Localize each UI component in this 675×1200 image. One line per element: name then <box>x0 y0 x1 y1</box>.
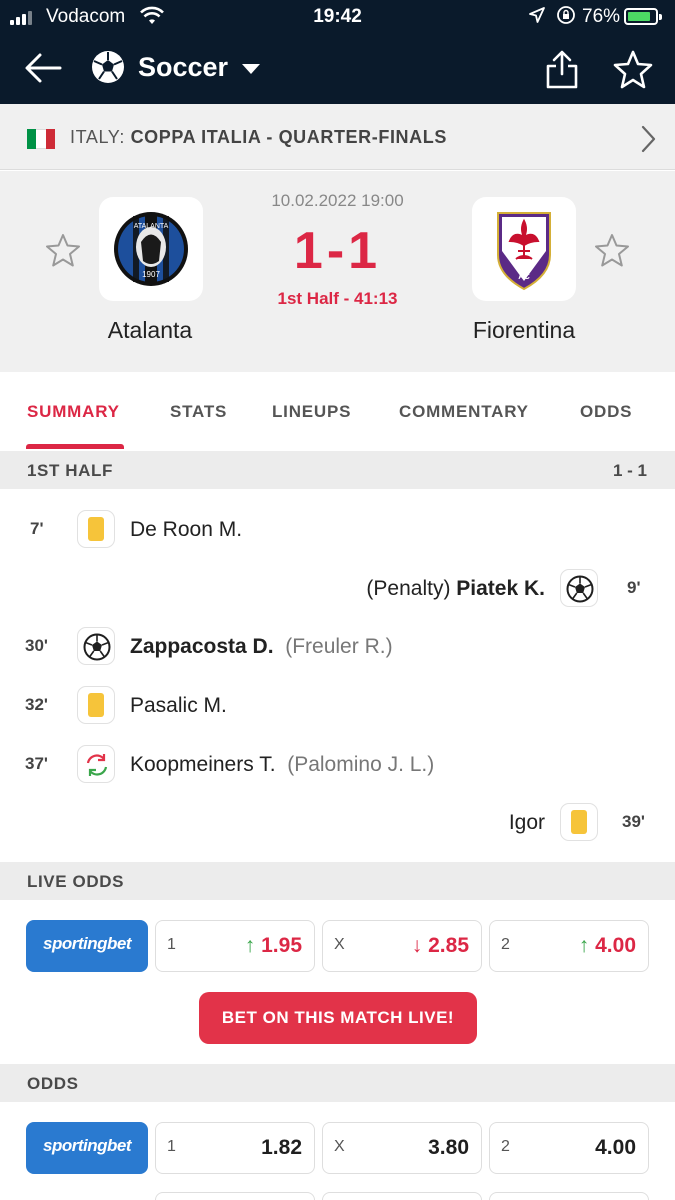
odd-key: X <box>334 936 345 953</box>
section-header-first-half: 1ST HALF 1 - 1 <box>0 451 675 489</box>
event-minute: 37' <box>25 754 48 773</box>
tab-lineups[interactable]: LINEUPS <box>272 402 351 422</box>
yellow-card-icon <box>77 686 115 724</box>
away-favorite-star-icon[interactable] <box>594 232 630 268</box>
next-odd-cell <box>155 1192 315 1200</box>
battery-icon <box>624 8 662 25</box>
section-label: 1ST HALF <box>27 461 114 480</box>
tab-bar: SUMMARY STATS LINEUPS COMMENTARY ODDS <box>0 372 675 452</box>
odd-draw[interactable]: X ↓ 2.85 <box>322 920 482 972</box>
section-label: LIVE ODDS <box>27 872 125 891</box>
odd-home[interactable]: 1 1.82 <box>155 1122 315 1174</box>
event-player: (Penalty) Piatek K. <box>366 577 545 600</box>
ball-icon <box>77 627 115 665</box>
favorite-star-icon[interactable] <box>612 48 654 90</box>
arrow-down-icon: ↓ <box>411 934 423 957</box>
soccer-ball-icon[interactable] <box>90 49 126 85</box>
odd-value: ↓ 2.85 <box>411 934 469 957</box>
next-odd-cell <box>489 1192 649 1200</box>
arrow-up-icon: ↑ <box>244 934 256 957</box>
section-header-live-odds: LIVE ODDS <box>0 862 675 900</box>
back-arrow-icon[interactable] <box>22 48 64 88</box>
odd-home[interactable]: 1 ↑ 1.95 <box>155 920 315 972</box>
status-bar: Vodacom 19:42 76% <box>0 0 675 34</box>
chevron-down-icon[interactable] <box>242 64 260 74</box>
odd-value: ↑ 1.95 <box>244 934 302 957</box>
sportingbet-logo[interactable]: sportingbet <box>26 1122 148 1174</box>
event-row[interactable]: (Penalty) Piatek K. 9' <box>0 569 675 609</box>
yellow-card-icon <box>77 510 115 548</box>
section-label: ODDS <box>27 1074 79 1093</box>
odd-value: 4.00 <box>595 1136 636 1159</box>
italy-flag-icon <box>27 129 55 149</box>
substitution-icon <box>77 745 115 783</box>
home-team-name[interactable]: Atalanta <box>50 317 250 344</box>
live-odds-row: sportingbet 1 ↑ 1.95 X ↓ 2.85 2 ↑ 4.00 <box>0 920 675 974</box>
event-minute: 30' <box>25 636 48 655</box>
half-score: 1 - 1 <box>612 461 647 480</box>
event-player: Igor <box>508 811 545 834</box>
match-header: ATALANTA 1907 Atalanta 10.02.2022 19:00 … <box>0 171 675 372</box>
away-team-name[interactable]: Fiorentina <box>424 317 624 344</box>
competition-bar[interactable]: ITALY: COPPA ITALIA - QUARTER-FINALS <box>0 104 675 170</box>
odd-key: 2 <box>501 1138 510 1155</box>
odd-key: 1 <box>167 1138 176 1155</box>
event-minute: 32' <box>25 695 48 714</box>
tab-commentary[interactable]: COMMENTARY <box>399 402 529 422</box>
rotation-lock-icon <box>556 5 576 30</box>
sportingbet-logo[interactable]: sportingbet <box>26 920 148 972</box>
odd-key: 2 <box>501 936 510 953</box>
event-player: Zappacosta D. (Freuler R.) <box>130 635 393 658</box>
competition-label: ITALY: COPPA ITALIA - QUARTER-FINALS <box>70 127 447 147</box>
odd-away[interactable]: 2 ↑ 4.00 <box>489 920 649 972</box>
location-icon <box>528 6 546 29</box>
odd-key: 1 <box>167 936 176 953</box>
fiorentina-logo[interactable]: AC <box>472 197 576 301</box>
next-odd-cell <box>322 1192 482 1200</box>
tab-odds[interactable]: ODDS <box>580 402 632 422</box>
odd-value: 3.80 <box>428 1136 469 1159</box>
svg-text:AC: AC <box>518 272 530 281</box>
bet-live-button[interactable]: BET ON THIS MATCH LIVE! <box>199 992 477 1044</box>
active-tab-indicator <box>26 444 124 449</box>
sport-title[interactable]: Soccer <box>138 52 228 83</box>
odd-key: X <box>334 1138 345 1155</box>
pre-match-odds-row: sportingbet 1 1.82 X 3.80 2 4.00 <box>0 1122 675 1176</box>
arrow-up-icon: ↑ <box>578 934 590 957</box>
event-minute: 9' <box>627 578 641 597</box>
event-player: Koopmeiners T. (Palomino J. L.) <box>130 753 435 776</box>
odd-away[interactable]: 2 4.00 <box>489 1122 649 1174</box>
event-row[interactable]: 32' Pasalic M. <box>0 686 675 726</box>
tab-summary[interactable]: SUMMARY <box>27 402 120 422</box>
event-row[interactable]: 30' Zappacosta D. (Freuler R.) <box>0 627 675 667</box>
event-player: Pasalic M. <box>130 694 227 717</box>
chevron-right-icon[interactable] <box>638 124 658 154</box>
event-row[interactable]: 7' De Roon M. <box>0 510 675 550</box>
odd-value: 1.82 <box>261 1136 302 1159</box>
top-bar: Vodacom 19:42 76% Soccer <box>0 0 675 104</box>
odd-value: ↑ 4.00 <box>578 934 636 957</box>
odd-draw[interactable]: X 3.80 <box>322 1122 482 1174</box>
yellow-card-icon <box>560 803 598 841</box>
section-header-odds: ODDS <box>0 1064 675 1102</box>
ball-icon <box>560 569 598 607</box>
nav-bar: Soccer <box>0 34 675 104</box>
event-row[interactable]: 37' Koopmeiners T. (Palomino J. L.) <box>0 745 675 785</box>
event-minute: 7' <box>30 519 44 538</box>
battery-percent: 76% <box>582 6 621 27</box>
event-player: De Roon M. <box>130 518 243 541</box>
tab-stats[interactable]: STATS <box>170 402 227 422</box>
share-icon[interactable] <box>544 48 580 90</box>
event-row[interactable]: Igor 39' <box>0 803 675 843</box>
event-minute: 39' <box>622 812 645 831</box>
